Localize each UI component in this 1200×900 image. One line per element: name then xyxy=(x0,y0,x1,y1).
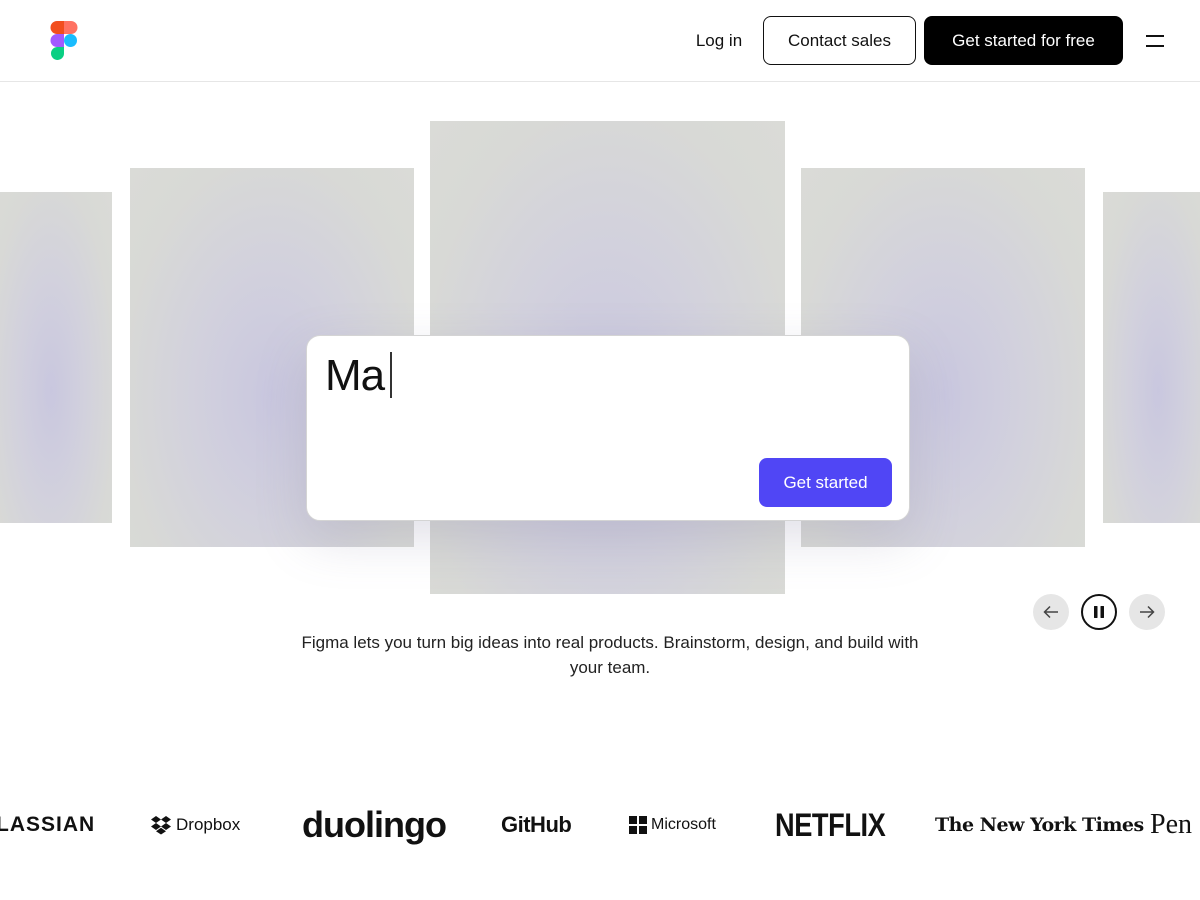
login-link[interactable]: Log in xyxy=(684,16,754,65)
hero-tagline: Figma lets you turn big ideas into real … xyxy=(270,630,950,680)
atlassian-logo: LASSIAN xyxy=(0,813,96,836)
get-started-free-button[interactable]: Get started for free xyxy=(924,16,1123,65)
pentagram-logo: Pen xyxy=(1150,809,1192,840)
carousel-slide xyxy=(1103,192,1200,523)
tagline-line-2: your team. xyxy=(569,658,651,677)
dropbox-logo: Dropbox xyxy=(150,790,240,860)
tagline-line-1: Figma lets you turn big ideas into real … xyxy=(301,633,919,652)
netflix-logo: NETFLIX xyxy=(775,806,886,843)
pause-icon[interactable] xyxy=(1081,594,1117,630)
prompt-input-card[interactable]: Ma Get started xyxy=(306,335,910,521)
prompt-input[interactable]: Ma xyxy=(325,350,385,402)
carousel-slide xyxy=(0,192,112,523)
arrow-left-icon[interactable] xyxy=(1033,594,1069,630)
dropbox-icon xyxy=(151,816,171,835)
customer-logos: LASSIAN Dropbox duolingo GitHub Microsof… xyxy=(0,790,1200,860)
hamburger-menu-icon[interactable] xyxy=(1140,26,1170,56)
github-logo: GitHub xyxy=(501,812,572,837)
microsoft-icon xyxy=(629,816,647,834)
dropbox-wordmark: Dropbox xyxy=(176,815,241,834)
microsoft-logo: Microsoft xyxy=(629,790,716,860)
text-caret xyxy=(390,352,392,398)
get-started-button[interactable]: Get started xyxy=(759,458,892,507)
contact-sales-button[interactable]: Contact sales xyxy=(763,16,916,65)
site-header: Log in Contact sales Get started for fre… xyxy=(0,0,1200,82)
new-york-times-logo: The New York Times xyxy=(935,814,1144,836)
duolingo-logo: duolingo xyxy=(302,804,447,845)
figma-logo-icon[interactable] xyxy=(50,21,78,61)
arrow-right-icon[interactable] xyxy=(1129,594,1165,630)
microsoft-wordmark: Microsoft xyxy=(651,816,716,833)
